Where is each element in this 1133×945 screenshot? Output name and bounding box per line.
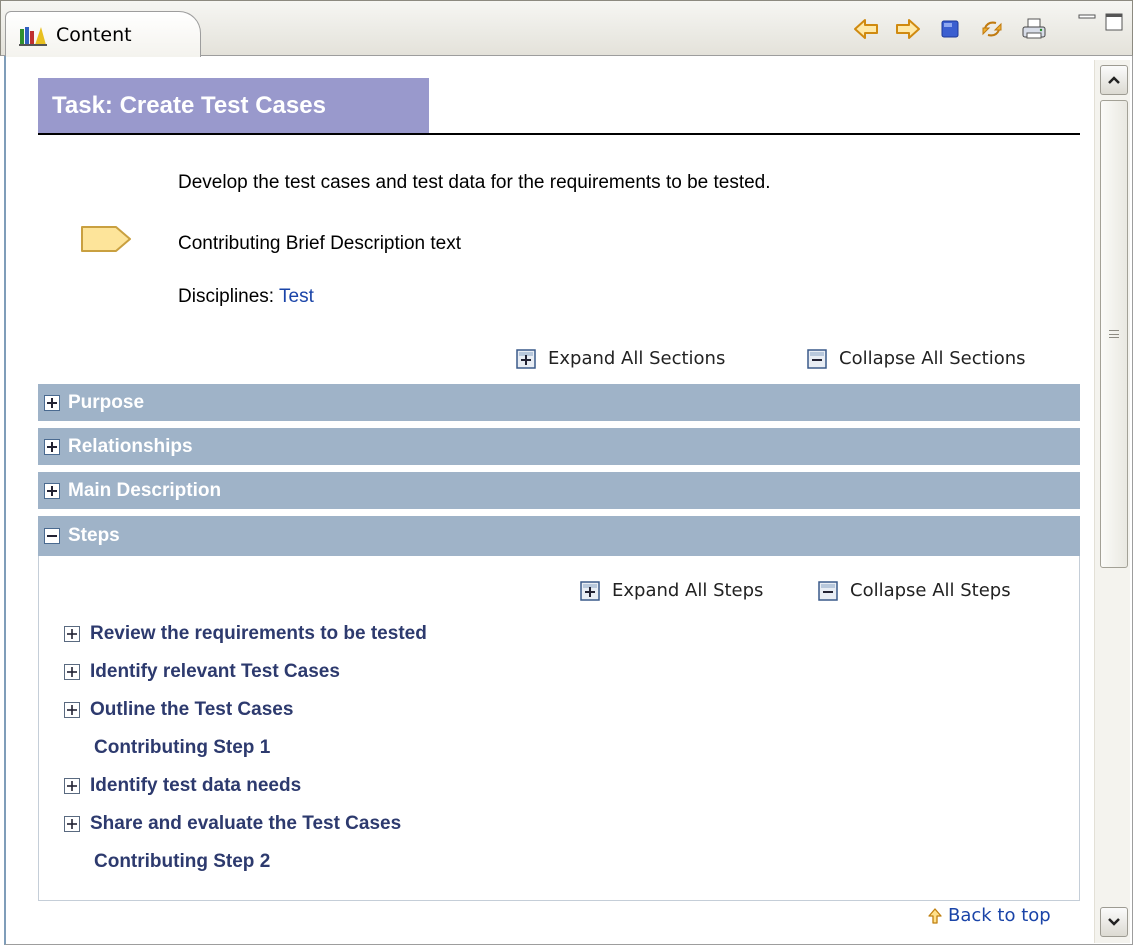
plus-icon[interactable]: [64, 702, 80, 718]
step-label: Share and evaluate the Test Cases: [90, 813, 402, 834]
step-item[interactable]: Outline the Test Cases: [64, 699, 293, 721]
step-item[interactable]: Identify relevant Test Cases: [64, 661, 340, 683]
steps-body: [38, 556, 1080, 901]
title-bar: Task: Create Test Cases: [38, 78, 1080, 135]
section-main-description-label: Main Description: [68, 479, 222, 501]
chevron-down-icon: [1108, 918, 1120, 926]
expand-all-steps[interactable]: Expand All Steps: [580, 580, 763, 601]
plus-icon[interactable]: [64, 816, 80, 832]
section-main-description[interactable]: Main Description: [38, 472, 1080, 509]
contributing-step: Contributing Step 1: [94, 737, 270, 759]
content-tab-label: Content: [56, 23, 132, 46]
step-item[interactable]: Review the requirements to be tested: [64, 623, 427, 645]
section-purpose[interactable]: Purpose: [38, 384, 1080, 421]
expand-box-icon: [580, 580, 600, 601]
plus-icon: [44, 438, 60, 455]
back-to-top-link[interactable]: Back to top: [928, 905, 1051, 926]
collapse-all-sections[interactable]: Collapse All Sections: [807, 348, 1026, 369]
stop-button[interactable]: [935, 14, 965, 44]
plus-icon[interactable]: [64, 626, 80, 642]
section-relationships[interactable]: Relationships: [38, 428, 1080, 465]
chevron-up-icon: [1108, 76, 1120, 84]
collapse-all-steps-label: Collapse All Steps: [850, 580, 1011, 601]
step-label: Outline the Test Cases: [90, 699, 294, 720]
plus-icon: [44, 394, 60, 411]
sync-button[interactable]: [977, 14, 1007, 44]
content-view-tab[interactable]: Content: [5, 11, 201, 57]
back-to-top-label: Back to top: [948, 905, 1051, 926]
step-label: Identify relevant Test Cases: [90, 661, 340, 682]
contributing-brief-description: Contributing Brief Description text: [178, 233, 462, 254]
collapse-box-icon: [818, 580, 838, 601]
contributing-step-label: Contributing Step 1: [94, 737, 271, 758]
collapse-box-icon: [807, 348, 827, 369]
section-steps[interactable]: Steps: [38, 516, 1080, 556]
scroll-up-button[interactable]: [1100, 65, 1128, 95]
scroll-down-button[interactable]: [1100, 907, 1128, 937]
discipline-test-link[interactable]: Test: [279, 286, 314, 307]
expand-all-steps-label: Expand All Steps: [612, 580, 764, 601]
forward-button[interactable]: [893, 14, 923, 44]
scroll-thumb[interactable]: [1100, 100, 1128, 568]
view-tab-bar: Content: [0, 0, 1133, 57]
sync-icon: [982, 21, 1002, 37]
plus-icon[interactable]: [64, 664, 80, 680]
collapse-all-sections-label: Collapse All Sections: [839, 348, 1026, 369]
contributing-step-label: Contributing Step 2: [94, 851, 271, 872]
back-arrow-icon: [854, 19, 878, 39]
print-icon: [1022, 18, 1046, 39]
brief-description: Develop the test cases and test data for…: [178, 172, 771, 193]
title-box: Task: Create Test Cases: [38, 78, 429, 133]
step-label: Identify test data needs: [90, 775, 302, 796]
expand-all-sections-label: Expand All Sections: [548, 348, 726, 369]
task-icon: [81, 226, 131, 252]
section-purpose-label: Purpose: [68, 391, 145, 413]
expand-all-sections[interactable]: Expand All Sections: [516, 348, 725, 369]
back-button[interactable]: [851, 14, 881, 44]
page-title: Task: Create Test Cases: [52, 91, 326, 119]
step-item[interactable]: Share and evaluate the Test Cases: [64, 813, 401, 835]
forward-arrow-icon: [896, 19, 920, 39]
plus-icon[interactable]: [64, 778, 80, 794]
section-relationships-label: Relationships: [68, 435, 193, 457]
section-steps-label: Steps: [68, 525, 120, 546]
collapse-all-steps[interactable]: Collapse All Steps: [818, 580, 1011, 601]
stop-icon: [941, 20, 959, 38]
maximize-icon[interactable]: [1103, 11, 1125, 33]
disciplines-label: Disciplines:: [178, 286, 280, 307]
up-arrow-icon: [928, 907, 942, 924]
vertical-scrollbar[interactable]: [1094, 60, 1130, 943]
content-books-icon: [19, 26, 47, 46]
thumb-grip-icon: [1109, 330, 1119, 338]
step-label: Review the requirements to be tested: [90, 623, 427, 644]
view-toolbar: [851, 13, 1061, 45]
minus-icon: [44, 528, 60, 544]
plus-icon: [44, 482, 60, 499]
print-button[interactable]: [1019, 14, 1049, 44]
disciplines-line: Disciplines: Test: [178, 286, 314, 308]
expand-box-icon: [516, 348, 536, 369]
contributing-step: Contributing Step 2: [94, 851, 270, 873]
step-item[interactable]: Identify test data needs: [64, 775, 301, 797]
minimize-icon[interactable]: [1076, 11, 1098, 33]
